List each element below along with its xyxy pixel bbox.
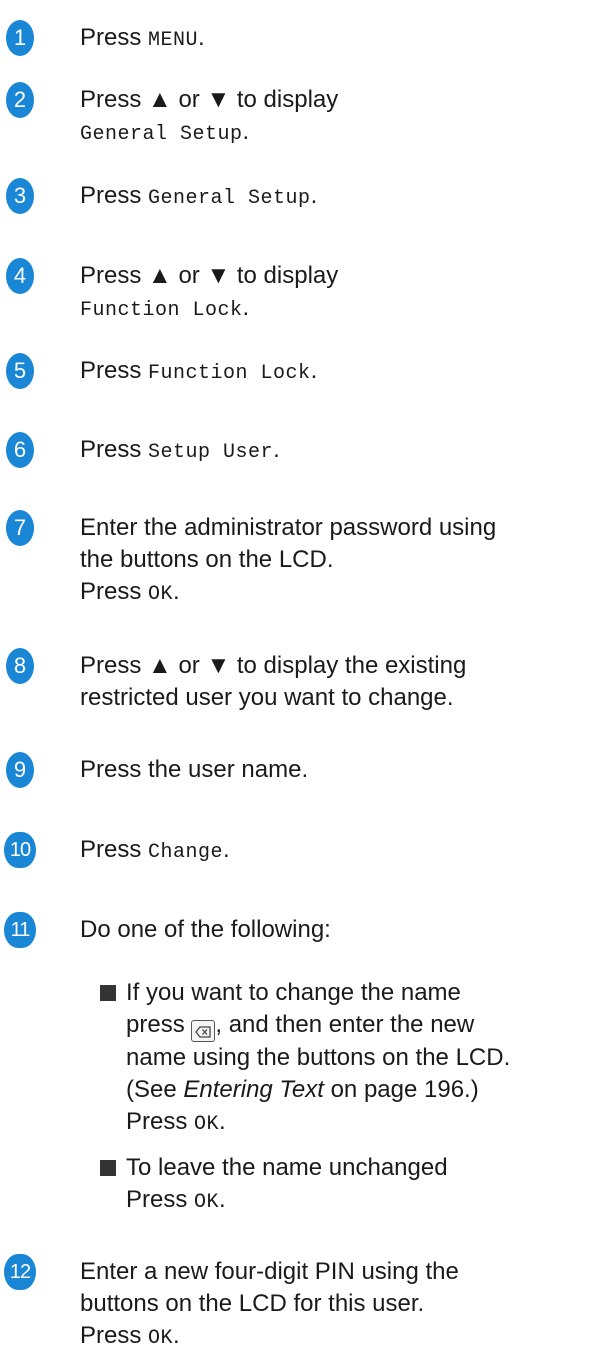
step-text: Press ▲ or ▼ to display <box>80 262 339 289</box>
lcd-menu-label: Setup User <box>148 441 274 464</box>
step-text: Press <box>80 836 142 863</box>
lcd-menu-label: General Setup <box>148 187 311 210</box>
lcd-menu-label: Function Lock <box>148 362 311 385</box>
step-text: Enter the administrator password using <box>80 514 497 541</box>
step-text: restricted user you want to change. <box>80 684 454 711</box>
step-number-badge: 4 <box>6 258 34 294</box>
step-text: Press the user name. <box>80 756 309 783</box>
lcd-key-label: OK <box>148 1327 174 1350</box>
step-number-badge: 2 <box>6 82 34 118</box>
lcd-key-label: Change <box>148 841 224 864</box>
step-text: Press <box>80 24 142 51</box>
option-text: If you want to change the name <box>126 979 461 1006</box>
step-number-badge: 3 <box>6 178 34 214</box>
step-number-badge: 5 <box>6 353 34 389</box>
bullet-square-icon <box>100 1160 116 1176</box>
backspace-key-icon <box>191 1020 216 1042</box>
step-number-badge: 10 <box>4 832 36 868</box>
step-text: Enter a new four-digit PIN using the <box>80 1258 459 1285</box>
step-text: Press ▲ or ▼ to display <box>80 86 339 113</box>
step-number-badge: 11 <box>4 912 36 948</box>
lcd-key-label: MENU <box>148 29 199 52</box>
step-text: buttons on the LCD for this user. <box>80 1290 425 1317</box>
cross-reference-link[interactable]: Entering Text <box>183 1076 324 1103</box>
option-text: name using the buttons on the LCD. <box>126 1044 511 1071</box>
step-number-badge: 7 <box>6 510 34 546</box>
lcd-menu-label: Function Lock <box>80 299 243 322</box>
step-number-badge: 6 <box>6 432 34 468</box>
step-number-badge: 1 <box>6 20 34 56</box>
option-text: To leave the name unchanged <box>126 1154 448 1181</box>
step-text: Do one of the following: <box>80 916 331 943</box>
lcd-menu-label: General Setup <box>80 123 243 146</box>
step-text: the buttons on the LCD. <box>80 546 334 573</box>
step-number-badge: 9 <box>6 752 34 788</box>
lcd-key-label: OK <box>194 1191 220 1214</box>
lcd-key-label: OK <box>194 1113 220 1136</box>
step-text: Press <box>80 436 142 463</box>
step-text: Press ▲ or ▼ to display the existing <box>80 652 467 679</box>
step-text: Press <box>80 357 142 384</box>
step-number-badge: 8 <box>6 648 34 684</box>
step-text: Press <box>80 182 142 209</box>
instruction-page: 1 Press MENU. 2 Press ▲ or ▼ to display … <box>0 0 615 1356</box>
bullet-square-icon <box>100 985 116 1001</box>
step-number-badge: 12 <box>4 1254 36 1290</box>
lcd-key-label: OK <box>148 583 174 606</box>
